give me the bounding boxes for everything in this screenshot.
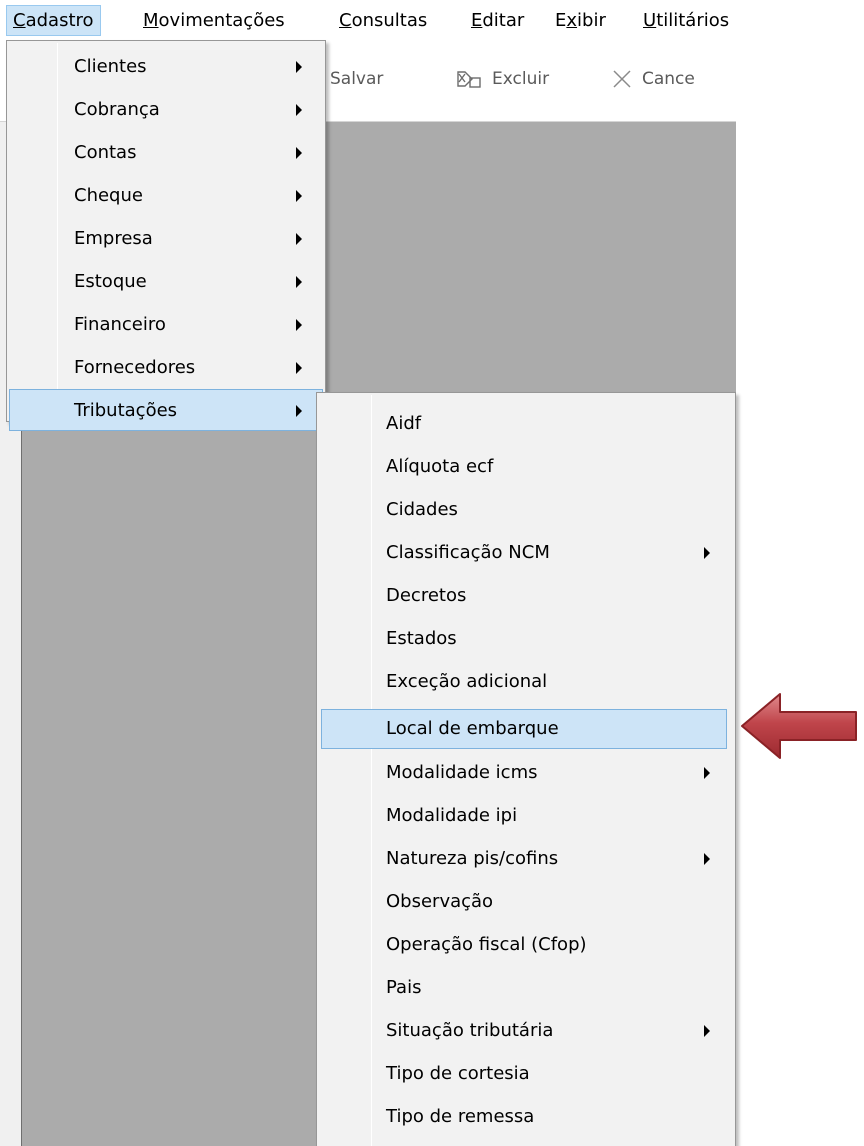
menu-exibir-accel: x: [566, 10, 578, 31]
menu-cadastro-accel: C: [13, 10, 26, 31]
menu-bar: Cadastro Movimentações Consultas Editar …: [0, 0, 864, 40]
menu-item-label: Local de embarque: [386, 718, 559, 739]
chevron-right-icon: [296, 190, 302, 202]
chevron-right-icon: [296, 147, 302, 159]
delete-button-label: Excluir: [492, 69, 550, 89]
menu-item-label: Alíquota ecf: [386, 456, 494, 477]
menu-item-local-de-embarque[interactable]: Local de embarque: [321, 709, 727, 749]
menu-item-label: Pais: [386, 977, 422, 998]
menu-item-label: Estoque: [74, 271, 147, 292]
menu-item-label: Situação tributária: [386, 1020, 554, 1041]
menu-consultas-label: onsultas: [351, 10, 428, 31]
menu-item-tributacoes[interactable]: Tributações: [9, 389, 323, 431]
menu-item-contas[interactable]: Contas: [9, 131, 323, 174]
chevron-right-icon: [296, 362, 302, 374]
chevron-right-icon: [704, 767, 710, 779]
menu-item-classificacao-ncm[interactable]: Classificação NCM: [319, 531, 731, 574]
menu-movimentacoes[interactable]: Movimentações: [136, 5, 292, 36]
menu-movimentacoes-label: ovimentações: [158, 10, 285, 31]
menu-consultas-accel: C: [339, 10, 352, 31]
menu-item-cobranca[interactable]: Cobrança: [9, 88, 323, 131]
menu-utilitarios-label: tilitários: [656, 10, 730, 31]
menu-item-label: Tipo de remessa: [386, 1106, 535, 1127]
menu-item-modalidade-icms[interactable]: Modalidade icms: [319, 751, 731, 794]
chevron-right-icon: [704, 1025, 710, 1037]
menu-item-label: Fornecedores: [74, 357, 196, 378]
menu-item-observacao[interactable]: Observação: [319, 880, 731, 923]
tributacoes-submenu: Aidf Alíquota ecf Cidades Classificação …: [316, 392, 736, 1146]
menu-item-label: Financeiro: [74, 314, 166, 335]
menu-cadastro-label: adastro: [25, 10, 94, 31]
menu-item-pais[interactable]: Pais: [319, 966, 731, 1009]
chevron-right-icon: [296, 233, 302, 245]
menu-movimentacoes-accel: M: [143, 10, 159, 31]
menu-item-clientes[interactable]: Clientes: [9, 45, 323, 88]
chevron-right-icon: [704, 547, 710, 559]
menu-consultas[interactable]: Consultas: [332, 5, 434, 36]
chevron-right-icon: [296, 405, 302, 417]
delete-icon: [457, 71, 481, 88]
menu-item-tipo-de-remessa[interactable]: Tipo de remessa: [319, 1095, 731, 1138]
application-window: Cadastro Movimentações Consultas Editar …: [0, 0, 864, 1146]
menu-item-label: Operação fiscal (Cfop): [386, 934, 587, 955]
save-button-label: Salvar: [330, 69, 384, 89]
close-icon: [613, 70, 631, 88]
menu-item-label: Empresa: [74, 228, 153, 249]
menu-item-aliquota-ecf[interactable]: Alíquota ecf: [319, 445, 731, 488]
cadastro-menu: Clientes Cobrança Contas Cheque Empresa …: [6, 40, 326, 431]
menu-item-aidf[interactable]: Aidf: [319, 402, 731, 445]
menu-item-label: Modalidade ipi: [386, 805, 518, 826]
cancel-button[interactable]: Cance: [612, 64, 736, 94]
menu-item-estoque[interactable]: Estoque: [9, 260, 323, 303]
menu-item-excecao-adicional[interactable]: Exceção adicional: [319, 660, 731, 703]
menu-item-estados[interactable]: Estados: [319, 617, 731, 660]
menu-item-decretos[interactable]: Decretos: [319, 574, 731, 617]
menu-item-label: Classificação NCM: [386, 542, 550, 563]
menu-item-cheque[interactable]: Cheque: [9, 174, 323, 217]
delete-button[interactable]: Excluir: [456, 64, 549, 94]
menu-item-label: Modalidade icms: [386, 762, 538, 783]
menu-exibir-label: ibir: [577, 10, 606, 31]
menu-utilitarios-accel: U: [643, 10, 657, 31]
menu-item-label: Exceção adicional: [386, 671, 548, 692]
menu-cadastro[interactable]: Cadastro: [6, 5, 101, 36]
chevron-right-icon: [296, 276, 302, 288]
menu-item-label: Decretos: [386, 585, 467, 606]
menu-item-fornecedores[interactable]: Fornecedores: [9, 346, 323, 389]
menu-item-cidades[interactable]: Cidades: [319, 488, 731, 531]
menu-item-label: Clientes: [74, 56, 147, 77]
chevron-right-icon: [296, 319, 302, 331]
menu-editar-accel: E: [471, 10, 483, 31]
save-button[interactable]: Salvar: [330, 64, 383, 94]
menu-item-label: Cheque: [74, 185, 143, 206]
arrow-left-icon: [741, 693, 857, 759]
menu-item-label: Aidf: [386, 413, 422, 434]
menu-exibir-pre: E: [555, 10, 567, 31]
cancel-button-label: Cance: [642, 69, 695, 89]
chevron-right-icon: [704, 853, 710, 865]
menu-exibir[interactable]: Exibir: [548, 5, 613, 36]
menu-item-label: Estados: [386, 628, 457, 649]
menu-item-natureza-pis-cofins[interactable]: Natureza pis/cofins: [319, 837, 731, 880]
menu-item-situacao-tributaria[interactable]: Situação tributária: [319, 1009, 731, 1052]
menu-item-operacao-fiscal[interactable]: Operação fiscal (Cfop): [319, 923, 731, 966]
chevron-right-icon: [296, 61, 302, 73]
menu-item-financeiro[interactable]: Financeiro: [9, 303, 323, 346]
chevron-right-icon: [296, 104, 302, 116]
menu-item-label: Natureza pis/cofins: [386, 848, 559, 869]
menu-item-label: Cobrança: [74, 99, 160, 120]
menu-editar-label: ditar: [482, 10, 525, 31]
menu-editar[interactable]: Editar: [464, 5, 531, 36]
menu-item-label: Observação: [386, 891, 494, 912]
menu-item-empresa[interactable]: Empresa: [9, 217, 323, 260]
menu-item-label: Cidades: [386, 499, 458, 520]
menu-item-tipo-de-cortesia[interactable]: Tipo de cortesia: [319, 1052, 731, 1095]
menu-item-label: Contas: [74, 142, 137, 163]
menu-item-label: Tipo de cortesia: [386, 1063, 530, 1084]
menu-utilitarios[interactable]: Utilitários: [636, 5, 736, 36]
menu-item-label: Tributações: [74, 400, 178, 421]
menu-item-modalidade-ipi[interactable]: Modalidade ipi: [319, 794, 731, 837]
